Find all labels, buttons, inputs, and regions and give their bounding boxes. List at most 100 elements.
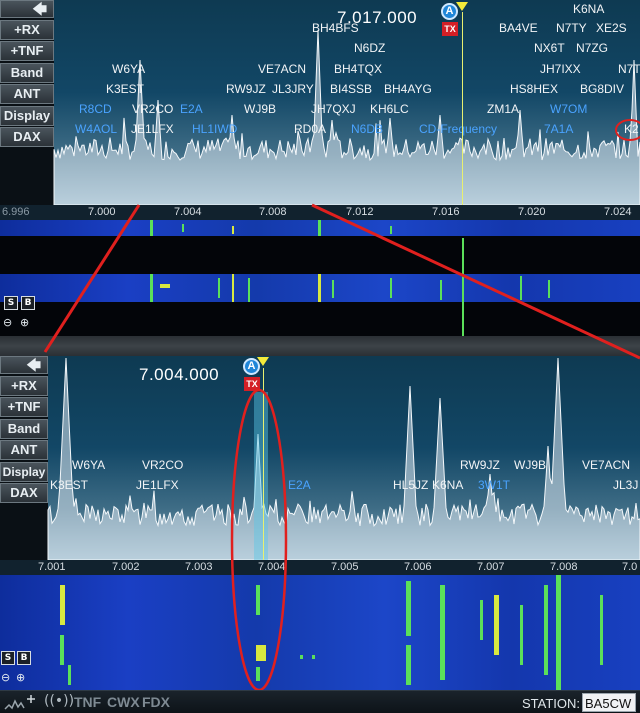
vfo-flag-icon[interactable] bbox=[257, 357, 269, 366]
vfo-frequency[interactable]: 7.004.000 bbox=[139, 365, 219, 385]
spot-label-blue[interactable]: E2A bbox=[180, 102, 203, 116]
waterfall-b-button[interactable]: B bbox=[21, 296, 35, 310]
waterfall-signal-trace bbox=[150, 220, 153, 236]
spot-label[interactable]: JE1LFX bbox=[136, 478, 179, 492]
add-rx-button[interactable]: +RX bbox=[0, 375, 48, 396]
spot-label[interactable]: WJ9B bbox=[244, 102, 276, 116]
spot-label[interactable]: JL3JRY bbox=[272, 82, 314, 96]
spot-label[interactable]: HS8HEX bbox=[510, 82, 558, 96]
spot-label[interactable]: WJ9B bbox=[514, 458, 546, 472]
zoom-in-icon[interactable]: ⊕ bbox=[20, 316, 29, 329]
display-button[interactable]: Display bbox=[0, 461, 48, 482]
wireless-icon[interactable]: ((•)) bbox=[44, 693, 74, 709]
waterfall-bottom[interactable]: S B ⊖ ⊕ bbox=[0, 575, 640, 690]
spot-label[interactable]: VE7ACN bbox=[258, 62, 306, 76]
spot-label[interactable]: VE7ACN bbox=[582, 458, 630, 472]
spot-label[interactable]: JH7QXJ bbox=[311, 102, 356, 116]
spot-label[interactable]: JH7IXX bbox=[540, 62, 581, 76]
spot-label[interactable]: N7T bbox=[618, 62, 640, 76]
antenna-button[interactable]: ANT bbox=[0, 440, 48, 460]
station-name-field[interactable]: BA5CW bbox=[582, 693, 636, 712]
tx-badge[interactable]: TX bbox=[442, 22, 458, 36]
spot-label-blue[interactable]: 3W1T bbox=[478, 478, 510, 492]
fdx-toggle[interactable]: FDX bbox=[142, 694, 170, 710]
spot-label-blue[interactable]: W7OM bbox=[550, 102, 587, 116]
spot-label[interactable]: N7ZG bbox=[576, 41, 608, 55]
vfo-flag-icon[interactable] bbox=[456, 2, 468, 11]
dax-button[interactable]: DAX bbox=[0, 127, 54, 147]
spot-label-blue[interactable]: R8CD bbox=[79, 102, 112, 116]
waterfall-signal-trace bbox=[60, 585, 65, 625]
spot-label[interactable]: K3EST bbox=[106, 82, 144, 96]
scale-label: 7.004 bbox=[258, 561, 286, 573]
spot-label[interactable]: XE2S bbox=[596, 21, 627, 35]
spot-label[interactable]: N7TY bbox=[556, 21, 587, 35]
spot-label[interactable]: K3EST bbox=[50, 478, 88, 492]
spot-label[interactable]: K6NA bbox=[573, 2, 604, 16]
waterfall-top[interactable]: S B ⊖ ⊕ bbox=[0, 220, 640, 336]
panadapter-add-icon[interactable] bbox=[4, 693, 44, 713]
panel-separator[interactable] bbox=[0, 336, 640, 356]
spot-label-blue[interactable]: W4AOL bbox=[75, 122, 117, 136]
waterfall-signal-trace bbox=[440, 585, 445, 680]
add-rx-button[interactable]: +RX bbox=[0, 19, 54, 40]
spot-label[interactable]: RW9JZ bbox=[460, 458, 500, 472]
spectrum-display-bottom[interactable]: W6YA VR2CO RW9JZ WJ9B VE7ACN K3EST JE1LF… bbox=[0, 356, 640, 560]
spot-label-blue[interactable]: N6DB bbox=[351, 122, 383, 136]
add-tnf-button[interactable]: +TNF bbox=[0, 397, 48, 417]
station-label: STATION: bbox=[521, 696, 580, 711]
waterfall-s-button[interactable]: S bbox=[4, 296, 18, 310]
waterfall-signal-trace bbox=[232, 274, 234, 302]
waterfall-signal-trace bbox=[182, 224, 184, 232]
spot-label[interactable]: HL5JZ bbox=[393, 478, 428, 492]
spot-label-blue[interactable]: 7A1A bbox=[544, 122, 573, 136]
antenna-button[interactable]: ANT bbox=[0, 84, 54, 104]
zoom-in-icon[interactable]: ⊕ bbox=[16, 671, 25, 684]
spot-label[interactable]: BH4AYG bbox=[384, 82, 432, 96]
spot-label[interactable]: RD0A bbox=[294, 122, 326, 136]
spot-label-blue[interactable]: CD-Frequency bbox=[419, 122, 497, 136]
zoom-out-icon[interactable]: ⊖ bbox=[3, 316, 12, 329]
panadapter-bottom: W6YA VR2CO RW9JZ WJ9B VE7ACN K3EST JE1LF… bbox=[0, 356, 640, 690]
spot-label[interactable]: BH4TQX bbox=[334, 62, 382, 76]
frequency-scale-top[interactable]: 6.996 7.000 7.004 7.008 7.012 7.016 7.02… bbox=[0, 205, 640, 220]
tnf-toggle[interactable]: TNF bbox=[74, 694, 101, 710]
display-button[interactable]: Display bbox=[0, 105, 54, 126]
spot-label[interactable]: BA4VE bbox=[499, 21, 538, 35]
spot-label[interactable]: ZM1A bbox=[487, 102, 519, 116]
add-tnf-button[interactable]: +TNF bbox=[0, 41, 54, 61]
vfo-frequency[interactable]: 7.017.000 bbox=[337, 8, 417, 28]
spot-label-blue[interactable]: E2A bbox=[288, 478, 311, 492]
frequency-scale-bottom[interactable]: 7.001 7.002 7.003 7.004 7.005 7.006 7.00… bbox=[0, 560, 640, 575]
spot-label[interactable]: BI4SSB bbox=[330, 82, 372, 96]
spot-label[interactable]: VR2CO bbox=[132, 102, 173, 116]
collapse-arrow-button[interactable]: 🡄 bbox=[0, 356, 48, 374]
waterfall-b-button[interactable]: B bbox=[17, 651, 31, 665]
cwx-toggle[interactable]: CWX bbox=[107, 694, 140, 710]
spot-label[interactable]: NX6T bbox=[534, 41, 565, 55]
spot-label[interactable]: VR2CO bbox=[142, 458, 183, 472]
spot-label[interactable]: JL3J bbox=[613, 478, 638, 492]
spot-label[interactable]: K6NA bbox=[432, 478, 463, 492]
band-button[interactable]: Band bbox=[0, 418, 48, 439]
smartsdr-window: K6NA BH4BFS BA4VE N7TY XE2S N6DZ NX6T N7… bbox=[0, 0, 640, 713]
scale-label: 7.001 bbox=[38, 561, 66, 573]
band-button[interactable]: Band bbox=[0, 62, 54, 83]
spot-label[interactable]: K2 bbox=[624, 122, 639, 136]
dax-button[interactable]: DAX bbox=[0, 483, 48, 503]
spot-label[interactable]: BG8DIV bbox=[580, 82, 624, 96]
zoom-out-icon[interactable]: ⊖ bbox=[1, 671, 10, 684]
scale-label: 7.007 bbox=[477, 561, 505, 573]
waterfall-s-button[interactable]: S bbox=[1, 651, 15, 665]
spot-label-blue[interactable]: HL1IWD bbox=[192, 122, 237, 136]
spot-label[interactable]: N6DZ bbox=[354, 41, 385, 55]
spot-label[interactable]: KH6LC bbox=[370, 102, 409, 116]
spot-label[interactable]: W6YA bbox=[112, 62, 145, 76]
waterfall-signal-trace bbox=[390, 226, 392, 234]
tx-badge[interactable]: TX bbox=[244, 377, 260, 391]
spectrum-display-top[interactable]: K6NA BH4BFS BA4VE N7TY XE2S N6DZ NX6T N7… bbox=[0, 0, 640, 205]
spot-label[interactable]: JE1LFX bbox=[131, 122, 174, 136]
spot-label[interactable]: RW9JZ bbox=[226, 82, 266, 96]
spot-label[interactable]: W6YA bbox=[72, 458, 105, 472]
collapse-arrow-button[interactable]: 🡄 bbox=[0, 0, 54, 18]
